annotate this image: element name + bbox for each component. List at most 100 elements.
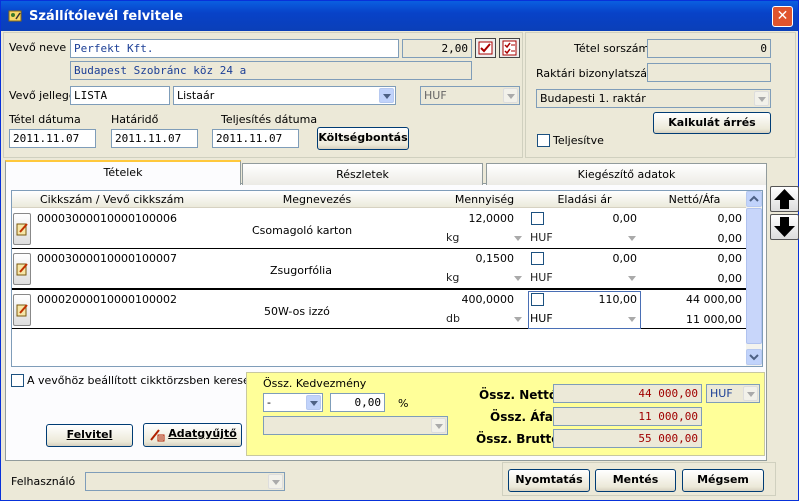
col-eladasi-ar: Eladási ár	[557, 193, 612, 206]
tab-tetelek[interactable]: Tételek	[5, 160, 241, 185]
teljesites-field[interactable]: 2011.11.07	[212, 129, 299, 148]
row-currency-combo[interactable]: HUF	[528, 270, 640, 287]
table-row-selected[interactable]: 00002000010000100002 50W-os izzó 400,000…	[12, 289, 747, 329]
grid-header: Cikkszám / Vevő cikkszám Megnevezés Menn…	[12, 191, 747, 208]
brutto-label: Össz. Bruttó	[476, 432, 560, 446]
row-unit: db	[446, 312, 460, 325]
afa-label: Össz. Áfa	[490, 410, 553, 424]
row-price-checkbox[interactable]	[531, 212, 544, 225]
megsem-button[interactable]: Mégsem	[682, 469, 764, 492]
col-megnevezes: Megnevezés	[282, 193, 352, 206]
kedvezmeny-field[interactable]: 0,00	[330, 393, 385, 412]
row-unit-combo[interactable]: kg	[444, 270, 526, 287]
arrow-up-icon	[774, 189, 795, 209]
kalkulat-button[interactable]: Kalkulát árrés	[653, 112, 771, 134]
warehouse-combo: Budapesti 1. raktár	[536, 89, 771, 108]
row-ar: 110,00	[598, 293, 638, 306]
netto-currency: HUF	[710, 387, 733, 400]
chevron-up-icon	[749, 195, 759, 202]
col-mennyiseg: Mennyiség	[454, 193, 515, 206]
list-check-icon	[502, 40, 517, 56]
row-currency-combo[interactable]: HUF	[528, 311, 640, 328]
hatarido-field[interactable]: 2011.11.07	[111, 129, 198, 148]
dropdown-arrow-icon	[268, 474, 283, 489]
row-afa: 0,00	[717, 272, 743, 285]
edit-row-button[interactable]	[13, 213, 31, 245]
row-afa: 0,00	[717, 232, 743, 245]
dropdown-arrow-icon[interactable]	[306, 395, 321, 410]
customer-list-button[interactable]	[499, 38, 520, 58]
row-price-checkbox[interactable]	[531, 293, 544, 306]
dropdown-arrow-icon	[503, 88, 518, 103]
felvitel-button[interactable]: Felvitel	[46, 424, 133, 447]
row-netto: 0,00	[717, 252, 743, 265]
row-ar: 0,00	[612, 212, 638, 225]
vevo-neve-field[interactable]: Perfekt Kft.	[70, 39, 399, 58]
row-currency-combo[interactable]: HUF	[528, 230, 640, 247]
vevo-jellege-label: Vevő jellege	[9, 89, 76, 102]
row-unit: kg	[446, 231, 460, 244]
price-list-combo[interactable]: Listaár	[173, 86, 396, 105]
scroll-up-button[interactable]	[746, 191, 762, 207]
row-unit-combo[interactable]: kg	[444, 230, 526, 247]
dropdown-arrow-icon	[754, 91, 769, 106]
mentes-button[interactable]: Mentés	[595, 469, 676, 492]
table-row[interactable]: 00003000010000100006 Csomagoló karton 12…	[12, 209, 747, 249]
row-netto: 44 000,00	[686, 293, 742, 306]
edit-row-button[interactable]	[13, 294, 31, 326]
kereses-label: A vevőhöz beállított cikktörzsben keresé…	[27, 374, 256, 387]
window-title: Szállítólevél felvitele	[29, 9, 183, 24]
kedvezmeny-mode-value: -	[267, 396, 271, 409]
move-down-button[interactable]	[770, 214, 799, 240]
scroll-thumb[interactable]	[746, 208, 762, 344]
kedvezmeny-mode-combo[interactable]: -	[263, 393, 323, 412]
edit-icon	[16, 223, 28, 236]
nyomtatas-button[interactable]: Nyomtatás	[508, 469, 590, 492]
select-customer-button[interactable]	[475, 38, 496, 58]
dropdown-arrow-icon[interactable]	[625, 231, 639, 245]
app-icon	[8, 10, 22, 22]
collector-icon	[150, 429, 165, 442]
teljesitve-checkbox[interactable]	[537, 134, 550, 147]
dropdown-arrow-icon[interactable]	[511, 231, 525, 245]
row-cikkszam: 00002000010000100002	[37, 293, 177, 306]
felhasznalo-label: Felhasználó	[11, 475, 76, 488]
dropdown-arrow-icon[interactable]	[625, 271, 639, 285]
tetel-datuma-label: Tétel dátuma	[9, 113, 81, 126]
tetel-sorszam-label: Tétel sorszám:	[574, 42, 653, 55]
adatgyujto-button[interactable]: Adatgyűjtő	[143, 423, 242, 447]
tetel-datuma-field[interactable]: 2011.11.07	[9, 129, 96, 148]
edit-row-button[interactable]	[13, 253, 31, 285]
row-mennyiseg: 12,0000	[468, 212, 515, 225]
edit-icon	[16, 304, 28, 317]
koltsegbontas-button[interactable]: Költségbontás	[317, 127, 409, 150]
dropdown-arrow-icon[interactable]	[625, 312, 639, 326]
arrow-down-icon	[774, 217, 795, 237]
customer-address-field: Budapest Szobránc köz 24 a	[70, 61, 472, 80]
row-cikkszam: 00003000010000100006	[37, 212, 177, 225]
currency-combo: HUF	[420, 86, 520, 105]
vevo-szam-field: 2,00	[402, 39, 472, 58]
row-currency: HUF	[530, 312, 553, 325]
table-row[interactable]: 00003000010000100007 Zsugorfólia 0,1500 …	[12, 249, 747, 289]
window: Szállítólevél felvitele ✕ Vevő neve Perf…	[0, 0, 799, 501]
scroll-down-button[interactable]	[746, 349, 762, 365]
close-button[interactable]: ✕	[772, 6, 793, 27]
teljesitve-label: Teljesítve	[553, 134, 604, 147]
tab-reszletek[interactable]: Részletek	[242, 163, 483, 185]
col-cikkszam: Cikkszám / Vevő cikkszám	[39, 193, 185, 206]
vevo-neve-label: Vevő neve	[9, 41, 67, 54]
row-mennyiseg: 0,1500	[475, 252, 515, 265]
row-unit-combo[interactable]: db	[444, 311, 526, 328]
kereses-checkbox[interactable]	[11, 374, 24, 387]
vevo-jellege-field[interactable]: LISTA	[70, 86, 170, 105]
row-price-checkbox[interactable]	[531, 252, 544, 265]
dropdown-arrow-icon[interactable]	[511, 312, 525, 326]
grid-scrollbar[interactable]	[746, 191, 762, 366]
move-up-button[interactable]	[770, 186, 799, 212]
tab-kiegeszito[interactable]: Kiegészítő adatok	[486, 163, 767, 185]
checklist-icon	[478, 41, 493, 55]
dropdown-arrow-icon[interactable]	[379, 88, 394, 103]
dropdown-arrow-icon[interactable]	[511, 271, 525, 285]
row-megnevezes: Zsugorfólia	[270, 264, 332, 277]
